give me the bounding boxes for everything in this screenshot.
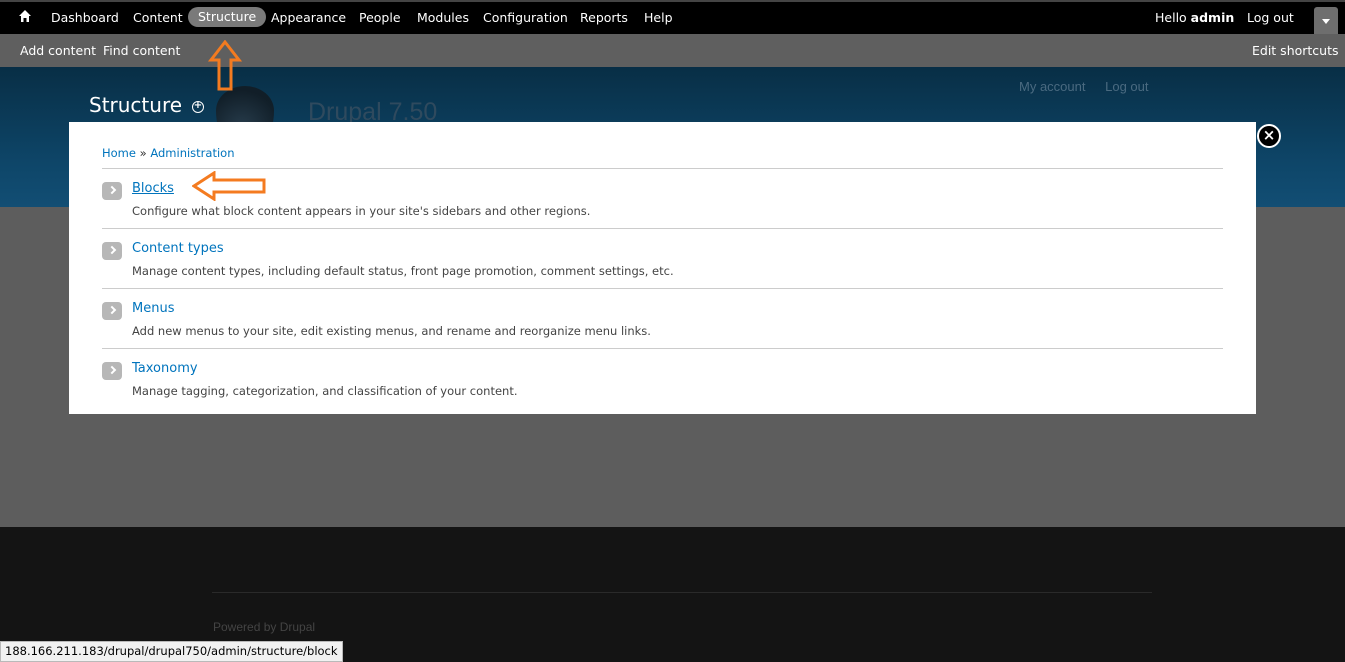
shortcut-add-content[interactable]: Add content	[20, 43, 96, 58]
toolbar-structure[interactable]: Structure	[188, 7, 267, 27]
chevron-right-icon	[102, 302, 122, 320]
breadcrumb-separator: »	[139, 146, 147, 160]
annotation-arrow-left-icon	[192, 171, 266, 201]
user-links: My account Log out	[1019, 79, 1164, 94]
footer-divider	[212, 592, 1152, 593]
close-icon[interactable]: ×	[1257, 124, 1281, 148]
annotation-arrow-up-icon	[208, 40, 242, 91]
admin-list-item: Menus Add new menus to your site, edit e…	[102, 289, 1223, 349]
item-description: Manage content types, including default …	[132, 264, 674, 278]
breadcrumb-administration[interactable]: Administration	[150, 146, 234, 160]
item-description: Configure what block content appears in …	[132, 204, 591, 218]
toolbar-content[interactable]: Content	[133, 10, 183, 25]
admin-list-item: Content types Manage content types, incl…	[102, 229, 1223, 289]
taxonomy-link[interactable]: Taxonomy	[132, 361, 198, 376]
admin-list-item: Taxonomy Manage tagging, categorization,…	[102, 349, 1223, 409]
powered-by-text: Powered by	[213, 620, 277, 634]
admin-list-item: Blocks Configure what block content appe…	[102, 169, 1223, 229]
home-icon[interactable]	[16, 9, 34, 27]
toolbar-help[interactable]: Help	[644, 10, 673, 25]
content-types-link[interactable]: Content types	[132, 241, 224, 256]
menus-link[interactable]: Menus	[132, 301, 174, 316]
username-link[interactable]: admin	[1191, 10, 1235, 25]
toolbar-people[interactable]: People	[359, 10, 401, 25]
chevron-right-icon	[102, 182, 122, 200]
edit-shortcuts-link[interactable]: Edit shortcuts	[1252, 43, 1339, 58]
overlay-title: Structure	[89, 93, 183, 117]
user-greeting: Hello admin	[1155, 10, 1234, 25]
admin-toolbar: Dashboard Content Structure Appearance P…	[0, 0, 1345, 34]
logout-link-bg[interactable]: Log out	[1105, 79, 1148, 94]
logout-link[interactable]: Log out	[1247, 10, 1294, 25]
my-account-link[interactable]: My account	[1019, 79, 1085, 94]
item-description: Manage tagging, categorization, and clas…	[132, 384, 518, 398]
drupal-link[interactable]: Drupal	[280, 620, 315, 634]
chevron-down-icon	[1322, 19, 1330, 24]
toolbar-reports[interactable]: Reports	[580, 10, 628, 25]
overlay-panel: Home » Administration Blocks Configure w…	[69, 122, 1256, 414]
plus-circle-icon[interactable]: +	[192, 101, 204, 113]
chevron-right-icon	[102, 362, 122, 380]
greeting-text: Hello	[1155, 10, 1187, 25]
powered-by: Powered by Drupal	[213, 620, 315, 634]
blocks-link[interactable]: Blocks	[132, 181, 174, 196]
breadcrumb-home[interactable]: Home	[102, 146, 136, 160]
breadcrumb: Home » Administration	[102, 146, 234, 160]
item-description: Add new menus to your site, edit existin…	[132, 324, 651, 338]
shortcuts-toggle-button[interactable]	[1314, 7, 1338, 34]
toolbar-configuration[interactable]: Configuration	[483, 10, 568, 25]
shortcuts-bar: Add content Find content Edit shortcuts	[0, 34, 1345, 67]
status-bar-url: 188.166.211.183/drupal/drupal750/admin/s…	[0, 641, 343, 662]
toolbar-appearance[interactable]: Appearance	[271, 10, 346, 25]
toolbar-modules[interactable]: Modules	[417, 10, 469, 25]
shortcut-find-content[interactable]: Find content	[103, 43, 180, 58]
chevron-right-icon	[102, 242, 122, 260]
toolbar-dashboard[interactable]: Dashboard	[51, 10, 119, 25]
